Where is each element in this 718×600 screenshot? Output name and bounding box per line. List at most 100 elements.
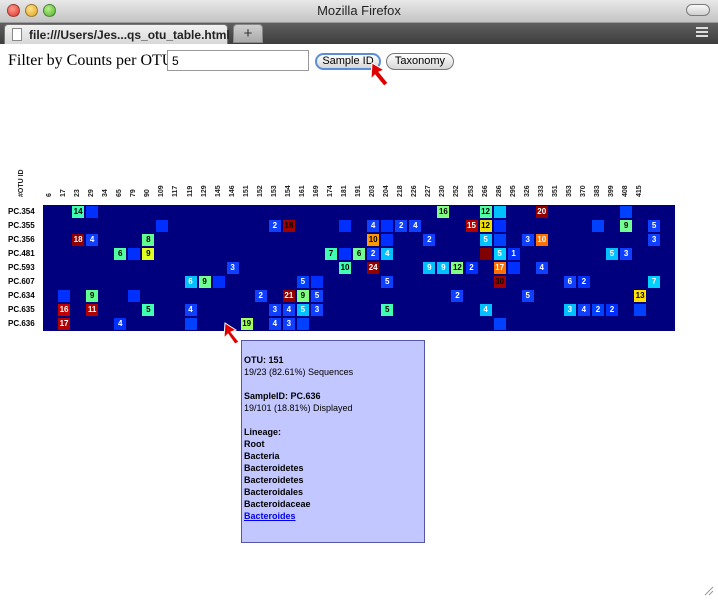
heatmap-cell[interactable]: 13 xyxy=(634,290,647,302)
heatmap-cell[interactable]: 4 xyxy=(479,304,492,316)
heatmap-cell[interactable]: 4 xyxy=(577,304,590,316)
otu-column-header[interactable]: 266 xyxy=(482,185,489,197)
heatmap-cell[interactable] xyxy=(381,220,394,232)
heatmap-cell[interactable]: 2 xyxy=(395,220,408,232)
heatmap-cell[interactable]: 18 xyxy=(72,234,85,246)
otu-column-header[interactable]: 415 xyxy=(636,185,643,197)
heatmap-cell[interactable] xyxy=(381,234,394,246)
heatmap-cell[interactable]: 6 xyxy=(114,248,127,260)
heatmap-cell[interactable] xyxy=(86,206,99,218)
heatmap-cell[interactable]: 10 xyxy=(535,234,548,246)
heatmap-cell[interactable] xyxy=(128,290,141,302)
sample-row-label[interactable]: PC.635 xyxy=(8,305,35,314)
otu-column-header[interactable]: 151 xyxy=(243,185,250,197)
heatmap-cell[interactable]: 4 xyxy=(282,304,295,316)
sample-row-label[interactable]: PC.355 xyxy=(8,221,35,230)
heatmap-cell[interactable]: 9 xyxy=(437,262,450,274)
heatmap-cell[interactable] xyxy=(310,276,323,288)
otu-column-header[interactable]: 154 xyxy=(285,185,292,197)
heatmap-cell[interactable]: 6 xyxy=(353,248,366,260)
heatmap-cell[interactable]: 5 xyxy=(648,220,661,232)
otu-column-header[interactable]: 351 xyxy=(552,185,559,197)
otu-column-header[interactable]: 191 xyxy=(355,185,362,197)
heatmap-cell[interactable]: 9 xyxy=(142,248,155,260)
heatmap-cell[interactable]: 2 xyxy=(254,290,267,302)
heatmap-cell[interactable]: 11 xyxy=(86,304,99,316)
otu-column-header[interactable]: 253 xyxy=(468,185,475,197)
otu-column-header[interactable]: 408 xyxy=(622,185,629,197)
sample-row-label[interactable]: PC.634 xyxy=(8,291,35,300)
heatmap-cell[interactable]: 10 xyxy=(339,262,352,274)
heatmap-cell[interactable]: 4 xyxy=(367,220,380,232)
sample-row-label[interactable]: PC.607 xyxy=(8,277,35,286)
new-tab-button[interactable]: + xyxy=(233,24,263,43)
otu-column-header[interactable]: 174 xyxy=(327,185,334,197)
otu-column-header[interactable]: 34 xyxy=(102,189,109,197)
heatmap-cell[interactable]: 9 xyxy=(198,276,211,288)
heatmap-cell[interactable]: 7 xyxy=(325,248,337,260)
heatmap-cell[interactable]: 5 xyxy=(381,276,394,288)
heatmap-cell[interactable]: 2 xyxy=(577,276,590,288)
heatmap-cell[interactable]: 2 xyxy=(606,304,618,316)
otu-column-header[interactable]: 286 xyxy=(496,185,503,197)
heatmap-cell[interactable]: 12 xyxy=(451,262,464,274)
heatmap-cell[interactable]: 4 xyxy=(535,262,548,274)
heatmap-cell[interactable]: 5 xyxy=(521,290,534,302)
heatmap-cell[interactable]: 5 xyxy=(310,290,323,302)
otu-column-header[interactable]: 90 xyxy=(144,189,151,197)
otu-column-header[interactable]: 117 xyxy=(172,186,179,197)
otu-column-header[interactable]: 29 xyxy=(88,189,95,197)
toolbar-toggle-button[interactable] xyxy=(686,4,710,16)
heatmap-cell[interactable]: 3 xyxy=(226,262,239,274)
otu-column-header[interactable]: 333 xyxy=(538,185,545,197)
otu-column-header[interactable]: 295 xyxy=(510,185,517,197)
heatmap-cell[interactable]: 12 xyxy=(479,206,492,218)
heatmap-cell[interactable]: 2 xyxy=(591,304,604,316)
heatmap-cell[interactable]: 4 xyxy=(114,318,127,330)
heatmap-cell[interactable] xyxy=(591,220,604,232)
heatmap-cell[interactable]: 10 xyxy=(367,234,380,246)
heatmap-cell[interactable]: 2 xyxy=(367,248,380,260)
heatmap-cell[interactable]: 5 xyxy=(381,304,394,316)
heatmap-cell[interactable]: 30 xyxy=(493,276,506,288)
heatmap-cell[interactable]: 3 xyxy=(521,234,534,246)
otu-column-header[interactable]: 109 xyxy=(158,185,165,197)
heatmap-cell[interactable]: 3 xyxy=(620,248,633,260)
heatmap-cell[interactable]: 20 xyxy=(535,206,548,218)
heatmap-cell[interactable] xyxy=(339,248,352,260)
otu-column-header[interactable]: 204 xyxy=(383,185,390,197)
resize-grip-icon[interactable] xyxy=(703,585,714,596)
heatmap-cell[interactable] xyxy=(493,234,506,246)
heatmap-cell[interactable] xyxy=(493,206,506,218)
otu-column-header[interactable]: 17 xyxy=(60,189,67,197)
otu-column-header[interactable]: 353 xyxy=(566,185,573,197)
heatmap-cell[interactable]: 6 xyxy=(184,276,197,288)
heatmap-cell[interactable]: 18 xyxy=(282,220,295,232)
otu-column-header[interactable]: 23 xyxy=(74,189,81,197)
heatmap-cell[interactable]: 9 xyxy=(86,290,99,302)
otu-column-header[interactable]: 399 xyxy=(608,185,615,197)
heatmap-cell[interactable] xyxy=(58,290,71,302)
heatmap-cell[interactable]: 17 xyxy=(493,262,506,274)
otu-column-header[interactable]: 370 xyxy=(580,185,587,197)
heatmap-cell[interactable]: 1 xyxy=(507,248,520,260)
heatmap-cell[interactable]: 4 xyxy=(268,318,281,330)
heatmap-cell[interactable]: 5 xyxy=(606,248,618,260)
otu-column-header[interactable]: 145 xyxy=(215,185,222,197)
heatmap-cell[interactable]: 3 xyxy=(563,304,576,316)
otu-column-header[interactable]: 146 xyxy=(229,185,236,197)
heatmap-cell[interactable]: 5 xyxy=(142,304,155,316)
otu-column-header[interactable]: 65 xyxy=(116,189,123,197)
heatmap-cell[interactable] xyxy=(493,220,506,232)
heatmap-cell[interactable]: 16 xyxy=(437,206,450,218)
heatmap-cell[interactable] xyxy=(128,248,141,260)
heatmap-cell[interactable]: 15 xyxy=(465,220,478,232)
heatmap-cell[interactable] xyxy=(507,262,520,274)
heatmap-cell[interactable]: 6 xyxy=(563,276,576,288)
heatmap-cell[interactable]: 5 xyxy=(296,276,309,288)
heatmap-cell[interactable]: 4 xyxy=(381,248,394,260)
filter-counts-input[interactable] xyxy=(167,50,309,71)
heatmap-cell[interactable]: 5 xyxy=(493,248,506,260)
heatmap-cell[interactable]: 12 xyxy=(479,220,492,232)
otu-column-header[interactable]: 119 xyxy=(187,186,194,197)
